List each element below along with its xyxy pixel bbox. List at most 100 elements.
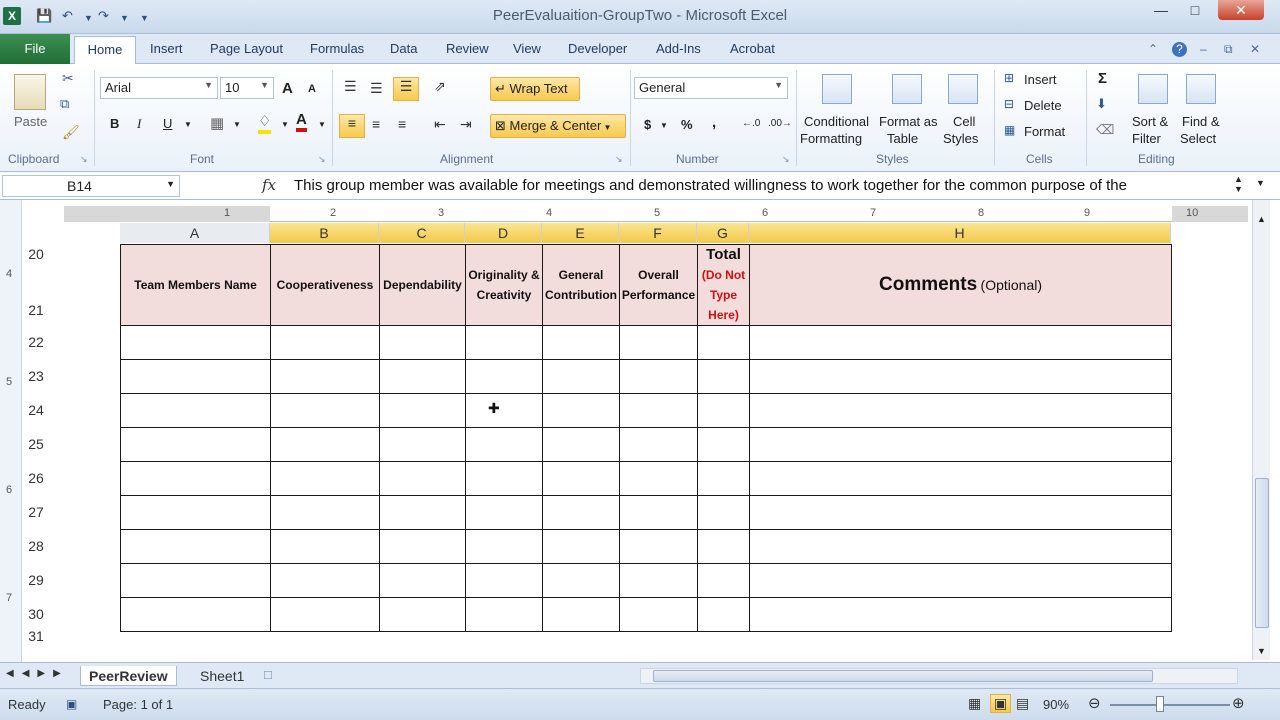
cell[interactable]: [379, 461, 466, 496]
font-name-box[interactable]: Arial ▼: [100, 77, 218, 99]
format-as-table-icon[interactable]: [892, 74, 922, 104]
cell[interactable]: [697, 495, 750, 530]
cell[interactable]: [619, 427, 698, 462]
cell[interactable]: [120, 597, 271, 632]
conditional-formatting-label[interactable]: Conditional: [804, 114, 869, 129]
row-header-29[interactable]: 29: [22, 572, 50, 588]
cell[interactable]: [120, 359, 271, 394]
wrap-text-button[interactable]: ↵ Wrap Text: [490, 77, 580, 101]
cell[interactable]: [697, 393, 750, 428]
cell[interactable]: [619, 597, 698, 632]
number-launcher-icon[interactable]: ↘: [782, 154, 790, 165]
delete-cells-button[interactable]: Delete: [1024, 98, 1062, 113]
page-layout-view-icon[interactable]: ▣: [990, 694, 1012, 713]
zoom-out-icon[interactable]: ⊖: [1088, 694, 1101, 712]
fill-icon[interactable]: ⬇: [1096, 96, 1107, 112]
format-as-table-label-2[interactable]: Table: [887, 131, 918, 146]
cell[interactable]: [270, 359, 380, 394]
name-box[interactable]: B14 ▼: [2, 175, 180, 197]
column-header-b[interactable]: B: [270, 223, 379, 243]
tab-home[interactable]: Home: [74, 36, 136, 65]
column-header-d[interactable]: D: [465, 223, 542, 243]
cell[interactable]: [619, 359, 698, 394]
scroll-down-icon[interactable]: ▼: [1257, 646, 1266, 656]
sheet-nav-icon[interactable]: ◀◀▶▶: [6, 668, 69, 679]
cell-styles-label-2[interactable]: Styles: [943, 131, 978, 146]
sheet-tab-peerreview[interactable]: PeerReview: [80, 666, 177, 686]
format-painter-icon[interactable]: 🖌: [62, 124, 80, 141]
row-header-22[interactable]: 22: [22, 334, 50, 350]
chevron-down-icon[interactable]: ▼: [660, 121, 668, 130]
cell[interactable]: [542, 325, 620, 360]
workbook-minimize-icon[interactable]: –: [1200, 42, 1207, 56]
conditional-formatting-label-2[interactable]: Formatting: [800, 131, 862, 146]
sort-filter-label[interactable]: Sort &: [1132, 114, 1168, 129]
format-as-table-label[interactable]: Format as: [879, 114, 938, 129]
cell[interactable]: [270, 563, 380, 598]
chevron-down-icon[interactable]: ▼: [1256, 178, 1265, 188]
clipboard-launcher-icon[interactable]: ↘: [80, 154, 88, 165]
column-header-h[interactable]: H: [749, 223, 1171, 243]
cell[interactable]: [465, 461, 543, 496]
zoom-slider[interactable]: [1110, 704, 1230, 706]
cell[interactable]: [379, 393, 466, 428]
help-icon[interactable]: ?: [1172, 42, 1187, 57]
vertical-scroll-thumb[interactable]: [1255, 478, 1269, 628]
align-right-icon[interactable]: ≡: [398, 116, 406, 132]
row-header-27[interactable]: 27: [22, 504, 50, 520]
cell[interactable]: [270, 427, 380, 462]
cell[interactable]: [542, 597, 620, 632]
top-align-icon[interactable]: ☰: [344, 78, 357, 95]
middle-align-icon[interactable]: ☰: [370, 80, 383, 97]
cell[interactable]: [749, 563, 1172, 598]
row-header-21[interactable]: 21: [22, 302, 50, 318]
grow-font-button[interactable]: A: [282, 80, 293, 97]
header-general-contribution[interactable]: General Contribution: [542, 244, 620, 326]
cell[interactable]: [697, 529, 750, 564]
chevron-down-icon[interactable]: ▼: [281, 120, 289, 129]
cell[interactable]: [697, 325, 750, 360]
tab-add-ins[interactable]: Add-Ins: [656, 41, 701, 56]
cell[interactable]: [270, 325, 380, 360]
cell[interactable]: [542, 359, 620, 394]
zoom-slider-knob[interactable]: [1156, 696, 1164, 712]
cell[interactable]: [697, 359, 750, 394]
cell[interactable]: [120, 529, 271, 564]
cell[interactable]: [465, 563, 543, 598]
underline-button[interactable]: U: [163, 116, 172, 131]
minimize-ribbon-icon[interactable]: ⌃: [1148, 42, 1158, 56]
row-header-24[interactable]: 24: [22, 402, 50, 418]
orientation-icon[interactable]: ⇗: [434, 78, 446, 95]
cell[interactable]: [120, 563, 271, 598]
insert-cells-button[interactable]: Insert: [1024, 72, 1057, 87]
insert-sheet-icon[interactable]: □: [264, 667, 272, 682]
cell[interactable]: [379, 597, 466, 632]
row-header-26[interactable]: 26: [22, 470, 50, 486]
formula-input[interactable]: This group member was available for meet…: [294, 177, 1127, 194]
cell[interactable]: [465, 495, 543, 530]
decrease-indent-icon[interactable]: ⇤: [434, 116, 446, 133]
tab-page-layout[interactable]: Page Layout: [210, 41, 283, 56]
italic-button[interactable]: I: [137, 116, 141, 132]
row-header-31[interactable]: 31: [22, 628, 50, 644]
cell[interactable]: [749, 325, 1172, 360]
sheet-tab-sheet1[interactable]: Sheet1: [192, 668, 252, 684]
cell[interactable]: [542, 393, 620, 428]
cell[interactable]: [270, 529, 380, 564]
cell[interactable]: [270, 495, 380, 530]
comma-button[interactable]: ,: [712, 114, 716, 131]
format-cells-button[interactable]: Format: [1024, 124, 1065, 139]
number-format-box[interactable]: General ▼: [634, 77, 788, 99]
workbook-close-icon[interactable]: ✕: [1250, 42, 1260, 56]
cell[interactable]: [465, 529, 543, 564]
autosum-button[interactable]: Σ: [1098, 70, 1107, 87]
align-left-icon[interactable]: ≡: [339, 114, 365, 138]
column-header-e[interactable]: E: [542, 223, 619, 243]
chevron-down-icon[interactable]: ▼: [184, 120, 192, 129]
find-select-label[interactable]: Find &: [1182, 114, 1220, 129]
tab-view[interactable]: View: [513, 41, 541, 56]
formula-expand-icon[interactable]: ▲ ▼: [1234, 174, 1243, 194]
font-size-box[interactable]: 10 ▼: [220, 77, 274, 99]
cell[interactable]: [749, 359, 1172, 394]
increase-decimal-icon[interactable]: ←.0: [742, 118, 760, 129]
